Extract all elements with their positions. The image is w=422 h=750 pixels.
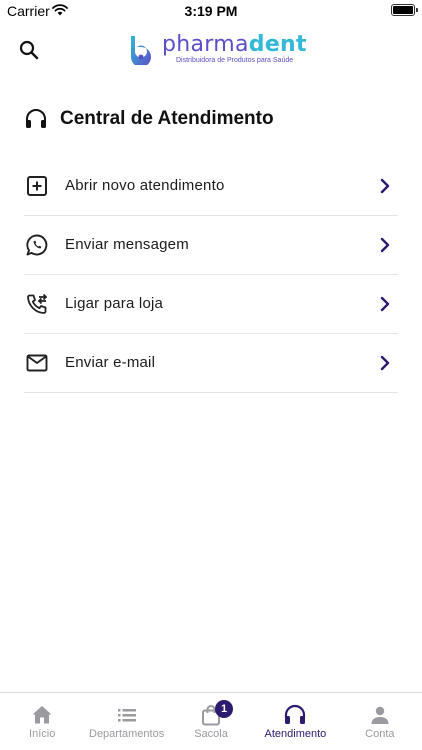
section-header: Central de Atendimento [24,104,398,136]
page-title: Central de Atendimento [60,108,274,129]
tab-label: Sacola [194,728,228,740]
pharmadent-logo[interactable]: pharmadent Distribuidora de Produtos par… [126,33,307,67]
chevron-right-icon [380,296,390,312]
bottom-tab-bar: Início Departamentos 1 Sacola Atendiment… [0,692,422,750]
tab-support[interactable]: Atendimento [253,693,337,750]
list-icon [117,709,136,722]
plus-square-icon [27,176,47,196]
logo-tagline: Distribuidora de Produtos para Saúde [176,57,294,64]
bag-count-badge: 1 [215,700,234,718]
menu-item-call-store[interactable]: Ligar para loja [24,275,398,334]
clock: 3:19 PM [184,3,238,19]
menu-item-send-message[interactable]: Enviar mensagem [24,216,398,275]
status-bar: Carrier 3:19 PM [0,0,422,24]
chevron-right-icon [380,355,390,371]
menu-item-new-ticket[interactable]: Abrir novo atendimento [24,157,398,216]
tab-label: Departamentos [89,728,165,740]
tab-label: Início [29,728,56,740]
tab-label: Conta [365,728,395,740]
chevron-right-icon [380,237,390,253]
logo-wordmark: pharmadent [162,33,307,57]
search-icon[interactable] [17,38,41,62]
tab-departments[interactable]: Departamentos [84,693,168,750]
logo-wordmark-part2: dent [248,32,307,57]
mail-icon [26,354,48,372]
menu-item-label: Ligar para loja [65,295,164,312]
support-menu: Abrir novo atendimento Enviar mensagem L… [24,157,398,393]
whatsapp-icon [26,234,48,256]
headphones-icon [26,109,46,128]
menu-item-label: Enviar mensagem [65,236,189,253]
menu-item-label: Abrir novo atendimento [65,177,225,194]
headphones-icon [285,704,306,724]
chevron-right-icon [380,178,390,194]
menu-item-label: Enviar e-mail [65,354,156,371]
pharmadent-logo-mark [131,36,151,65]
logo-wordmark-part1: pharma [162,32,249,57]
tab-account[interactable]: Conta [338,693,422,750]
tab-label: Atendimento [264,728,327,740]
phone-forwarded-icon [27,293,48,314]
battery-icon [391,4,418,16]
tab-home[interactable]: Início [0,693,84,750]
menu-item-send-email[interactable]: Enviar e-mail [24,334,398,393]
person-icon [371,706,389,724]
app-header: pharmadent Distribuidora de Produtos par… [0,24,422,76]
home-icon [32,706,52,724]
tab-bag[interactable]: 1 Sacola [169,693,253,750]
